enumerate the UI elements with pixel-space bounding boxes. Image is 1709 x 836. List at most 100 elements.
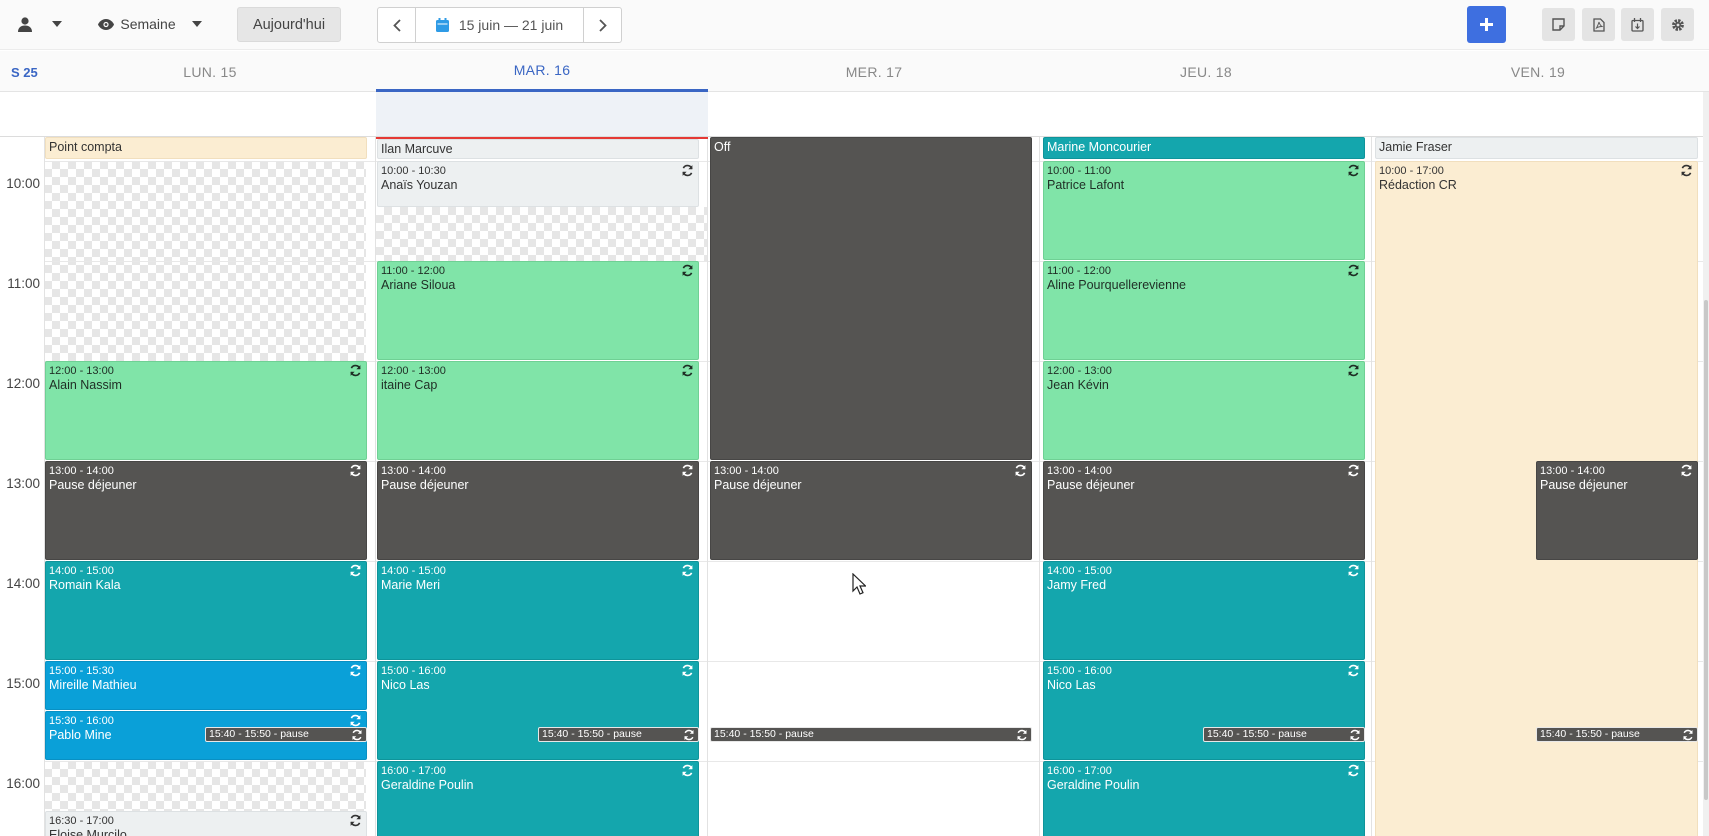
today-button[interactable]: Aujourd'hui (237, 7, 341, 42)
day-header-thursday[interactable]: JEU. 18 (1040, 51, 1372, 92)
event-time: 10:00 - 17:00 (1379, 165, 1444, 177)
recurring-icon (682, 564, 693, 577)
event-block[interactable]: Off (710, 137, 1032, 460)
event-title: Ilan Marcuve (381, 142, 453, 156)
day-header-monday[interactable]: LUN. 15 (44, 51, 376, 92)
date-range-picker[interactable]: 15 juin — 21 juin (416, 8, 583, 42)
recurring-icon (1348, 264, 1359, 277)
scrollbar-thumb[interactable] (1704, 300, 1708, 800)
event-block[interactable]: 12:00 - 13:00 Alain Nassim (45, 361, 367, 460)
event-time: 13:00 - 14:00 (714, 465, 779, 477)
all-day-row[interactable] (0, 92, 1709, 137)
recurring-icon (350, 464, 361, 477)
event-title: Nico Las (1047, 678, 1096, 692)
pause-event[interactable]: 15:40 - 15:50 - pause (538, 727, 699, 742)
event-title: itaine Cap (381, 378, 438, 392)
pause-event[interactable]: 15:40 - 15:50 - pause (205, 727, 367, 742)
event-block[interactable]: 10:00 - 10:30 Anaïs Youzan (377, 161, 699, 207)
event-block[interactable]: Ilan Marcuve (377, 139, 699, 159)
recurring-icon (1017, 729, 1027, 741)
event-block[interactable]: 16:00 - 17:00 Geraldine Poulin (377, 761, 699, 836)
all-day-today-cell (376, 92, 708, 136)
event-time: 14:00 - 15:00 (1047, 565, 1112, 577)
event-time: 12:00 - 13:00 (49, 365, 114, 377)
recurring-icon (350, 814, 361, 827)
event-block[interactable]: Jamie Fraser (1375, 137, 1698, 159)
recurring-icon (682, 364, 693, 377)
event-block[interactable]: 13:00 - 14:00 Pause déjeuner (710, 461, 1032, 560)
event-time: 13:00 - 14:00 (1540, 465, 1605, 477)
event-time: 10:00 - 10:30 (381, 165, 446, 177)
hour-label: 14:00 (6, 576, 40, 591)
recurring-icon (684, 729, 694, 741)
event-block[interactable]: 12:00 - 13:00 itaine Cap (377, 361, 699, 460)
recurring-icon (350, 714, 361, 727)
event-title: Off (714, 140, 731, 154)
event-block[interactable]: 11:00 - 12:00 Ariane Siloua (377, 261, 699, 360)
event-time: 16:00 - 17:00 (1047, 765, 1112, 777)
next-week-button[interactable] (583, 8, 621, 42)
event-title: Romain Kala (49, 578, 121, 592)
recurring-icon (682, 664, 693, 677)
week-header: S 25 LUN. 15 MAR. 16 MER. 17 JEU. 18 VEN… (0, 51, 1709, 92)
event-title: Jean Kévin (1047, 378, 1109, 392)
event-title: Nico Las (381, 678, 430, 692)
recurring-icon (1681, 164, 1692, 177)
recurring-icon (352, 729, 362, 741)
event-time: 14:00 - 15:00 (49, 565, 114, 577)
event-block[interactable]: 15:00 - 15:30 Mireille Mathieu (45, 661, 367, 710)
user-icon (18, 16, 32, 32)
time-grid[interactable]: 10:00 11:00 12:00 13:00 14:00 15:00 16:0… (0, 137, 1709, 836)
previous-week-button[interactable] (378, 8, 416, 42)
event-block[interactable]: 15:00 - 16:00 Nico Las (377, 661, 699, 760)
settings-button[interactable] (1661, 8, 1694, 41)
event-title: Pause déjeuner (49, 478, 137, 492)
pause-label: 15:40 - 15:50 - pause (1540, 728, 1640, 740)
day-header-wednesday[interactable]: MER. 17 (708, 51, 1040, 92)
event-block[interactable]: 15:00 - 16:00 Nico Las (1043, 661, 1365, 760)
event-block[interactable]: Point compta (45, 137, 367, 159)
gear-icon (1671, 18, 1684, 31)
event-block[interactable]: 14:00 - 15:00 Jamy Fred (1043, 561, 1365, 660)
pause-event[interactable]: 15:40 - 15:50 - pause (1203, 727, 1365, 742)
add-event-button[interactable] (1467, 6, 1506, 43)
recurring-icon (1350, 729, 1360, 741)
event-time: 12:00 - 13:00 (1047, 365, 1112, 377)
view-selector-button[interactable]: Semaine (95, 8, 205, 40)
user-filter-button[interactable] (10, 8, 70, 40)
recurring-icon (682, 464, 693, 477)
recurring-icon (1683, 729, 1693, 741)
event-block[interactable]: 12:00 - 13:00 Jean Kévin (1043, 361, 1365, 460)
export-pdf-button[interactable] (1582, 8, 1615, 41)
event-block[interactable]: 14:00 - 15:00 Marie Meri (377, 561, 699, 660)
pause-event[interactable]: 15:40 - 15:50 - pause (1536, 727, 1698, 742)
note-button[interactable] (1542, 8, 1575, 41)
recurring-icon (1348, 664, 1359, 677)
event-title: Anaïs Youzan (381, 178, 458, 192)
event-time: 15:00 - 15:30 (49, 665, 114, 677)
export-calendar-button[interactable] (1621, 8, 1654, 41)
event-block[interactable]: 16:00 - 17:00 Geraldine Poulin (1043, 761, 1365, 836)
event-block[interactable]: 11:00 - 12:00 Aline Pourquellerevienne (1043, 261, 1365, 360)
pause-event[interactable]: 15:40 - 15:50 - pause (710, 727, 1032, 742)
day-header-tuesday[interactable]: MAR. 16 (376, 51, 708, 92)
recurring-icon (1681, 464, 1692, 477)
event-title: Aline Pourquellerevienne (1047, 278, 1186, 292)
event-block[interactable]: 10:00 - 11:00 Patrice Lafont (1043, 161, 1365, 260)
hour-label: 13:00 (6, 476, 40, 491)
recurring-icon (1015, 464, 1026, 477)
event-block[interactable]: 13:00 - 14:00 Pause déjeuner (1043, 461, 1365, 560)
column-divider (375, 137, 376, 836)
file-pdf-icon (1592, 17, 1605, 32)
event-block[interactable]: 13:00 - 14:00 Pause déjeuner (1536, 461, 1698, 560)
hour-label: 15:00 (6, 676, 40, 691)
event-title: Geraldine Poulin (381, 778, 474, 792)
event-block[interactable]: 13:00 - 14:00 Pause déjeuner (45, 461, 367, 560)
event-block[interactable]: Marine Moncourier (1043, 137, 1365, 159)
event-block[interactable]: 14:00 - 15:00 Romain Kala (45, 561, 367, 660)
day-header-friday[interactable]: VEN. 19 (1372, 51, 1704, 92)
mouse-cursor-icon (852, 573, 866, 595)
event-block[interactable]: 16:30 - 17:00 Eloise Murcilo (45, 811, 367, 836)
event-block[interactable]: 13:00 - 14:00 Pause déjeuner (377, 461, 699, 560)
unavailable-zone (376, 207, 708, 261)
